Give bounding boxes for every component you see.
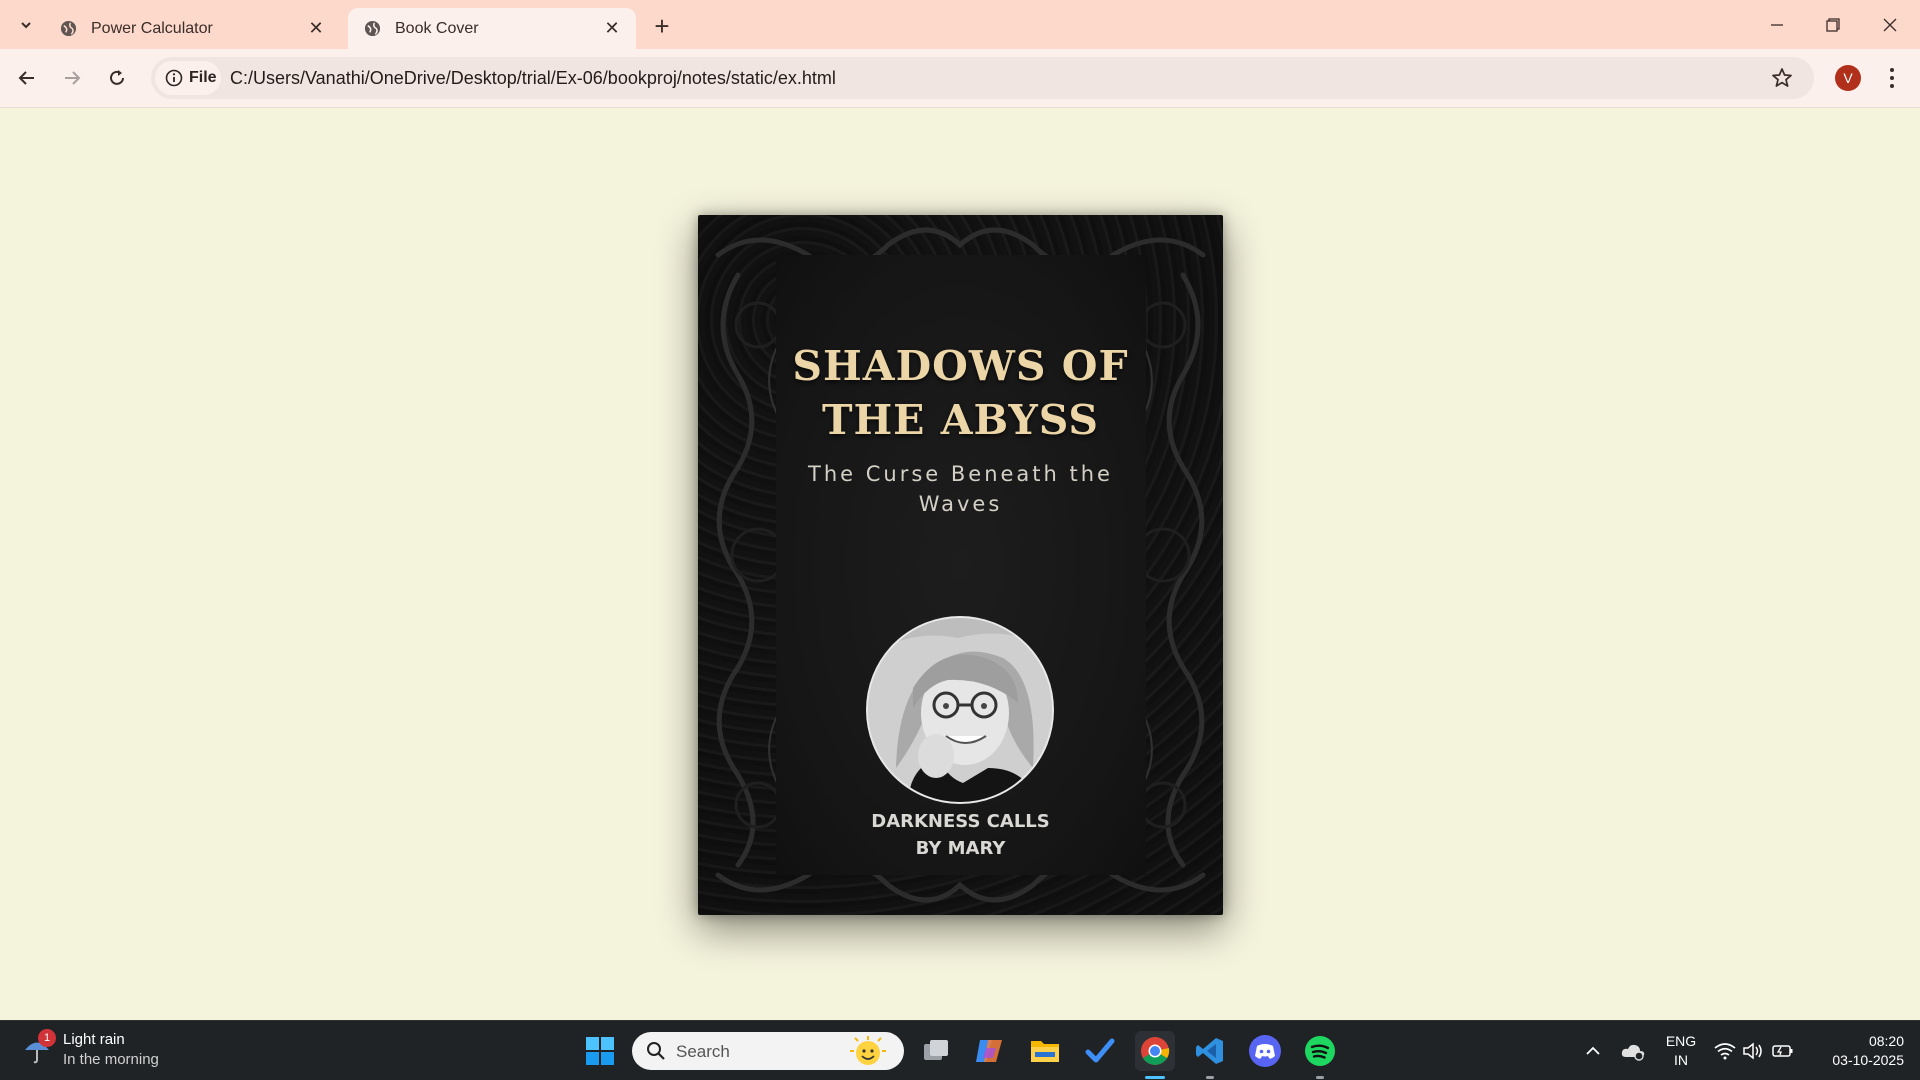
plus-icon: +: [654, 10, 670, 41]
cloud-icon: [1621, 1044, 1645, 1061]
info-icon: [165, 69, 183, 87]
tab-label: Book Cover: [395, 19, 479, 37]
author-line-1: DARKNESS CALLS: [871, 811, 1050, 832]
quick-settings-button[interactable]: [1709, 1031, 1799, 1071]
clock-date: 03-10-2025: [1832, 1052, 1904, 1068]
arrow-right-icon: [65, 71, 81, 85]
minimize-button[interactable]: [1749, 0, 1805, 49]
discord-icon: [1249, 1035, 1281, 1067]
back-button[interactable]: [11, 62, 43, 94]
tab-power-calculator[interactable]: Power Calculator ✕: [44, 8, 340, 49]
notification-badge: 1: [38, 1029, 56, 1047]
minimize-icon: [1771, 23, 1783, 26]
book-title: SHADOWS OF THE ABYSS: [698, 339, 1223, 447]
tab-search-button[interactable]: [10, 10, 42, 40]
clock-time: 08:20: [1868, 1033, 1904, 1049]
close-icon: [1883, 18, 1897, 31]
search-icon: [647, 1042, 665, 1060]
site-info-label: File: [189, 69, 217, 86]
copilot-button[interactable]: [970, 1031, 1010, 1071]
bookmark-star-icon[interactable]: [1770, 66, 1794, 90]
globe-icon: [60, 20, 77, 37]
taskbar: 1 Light rain In the morning Search ENG I…: [0, 1020, 1920, 1080]
show-hidden-icons-button[interactable]: [1573, 1031, 1613, 1071]
taskbar-search[interactable]: Search: [632, 1032, 904, 1070]
address-bar[interactable]: File C:/Users/Vanathi/OneDrive/Desktop/t…: [151, 57, 1814, 99]
vscode-icon: [1196, 1038, 1223, 1064]
region-code: IN: [1674, 1052, 1688, 1068]
book-subtitle: The Curse Beneath the Waves: [808, 462, 1113, 516]
site-info-chip[interactable]: File: [155, 61, 221, 95]
author-photo: [868, 618, 1052, 802]
wifi-icon: [1714, 1043, 1736, 1060]
author-portrait: [866, 616, 1054, 804]
close-tab-icon[interactable]: ✕: [602, 18, 622, 39]
restore-button[interactable]: [1805, 0, 1861, 49]
arrow-left-icon: [18, 71, 34, 85]
folder-icon: [1031, 1041, 1059, 1062]
clock[interactable]: 08:20 03-10-2025: [1808, 1032, 1912, 1070]
close-tab-icon[interactable]: ✕: [306, 18, 326, 39]
chevron-up-icon: [1586, 1046, 1600, 1055]
book-title-line-1: SHADOWS OF: [792, 342, 1129, 390]
book-cover: SHADOWS OF THE ABYSS The Curse Beneath t…: [698, 215, 1223, 915]
sun-face-icon: [850, 1036, 886, 1065]
volume-icon: [1743, 1042, 1762, 1060]
discord-button[interactable]: [1245, 1031, 1285, 1071]
search-label: Search: [676, 1042, 730, 1061]
close-window-button[interactable]: [1862, 0, 1918, 49]
windows-logo-icon: [586, 1037, 614, 1065]
spotify-icon: [1305, 1036, 1335, 1066]
chrome-icon: [1141, 1037, 1170, 1065]
url-text[interactable]: C:/Users/Vanathi/OneDrive/Desktop/trial/…: [230, 68, 836, 89]
restore-icon: [1826, 17, 1840, 32]
file-explorer-button[interactable]: [1025, 1031, 1065, 1071]
more-menu-icon[interactable]: [1880, 64, 1904, 92]
chrome-running-indicator: [1145, 1076, 1165, 1079]
start-button[interactable]: [580, 1031, 620, 1071]
reload-icon: [110, 70, 124, 85]
tab-book-cover[interactable]: Book Cover ✕: [348, 8, 636, 49]
reload-button[interactable]: [101, 62, 133, 94]
spotify-running-indicator: [1316, 1076, 1324, 1079]
new-tab-button[interactable]: +: [648, 10, 676, 41]
task-view-icon: [924, 1040, 948, 1060]
profile-avatar[interactable]: V: [1835, 65, 1861, 91]
author-line: DARKNESS CALLS BY MARY: [698, 808, 1223, 862]
spotify-button[interactable]: [1300, 1031, 1340, 1071]
page-viewport: SHADOWS OF THE ABYSS The Curse Beneath t…: [0, 109, 1920, 1020]
checkmark-icon: [1085, 1038, 1115, 1063]
forward-button[interactable]: [56, 62, 88, 94]
weather-detail: In the morning: [63, 1051, 159, 1068]
tab-strip: Power Calculator ✕ Book Cover ✕ +: [0, 0, 1920, 49]
tab-label: Power Calculator: [91, 19, 213, 37]
vscode-running-indicator: [1206, 1076, 1214, 1079]
book-title-line-2: THE ABYSS: [821, 396, 1100, 444]
onedrive-button[interactable]: [1613, 1031, 1653, 1071]
browser-toolbar: File C:/Users/Vanathi/OneDrive/Desktop/t…: [0, 49, 1920, 108]
chrome-button[interactable]: [1135, 1031, 1175, 1071]
vscode-button[interactable]: [1190, 1031, 1230, 1071]
copilot-icon: [976, 1040, 1002, 1062]
todo-button[interactable]: [1080, 1031, 1120, 1071]
task-view-button[interactable]: [916, 1031, 956, 1071]
author-line-2: BY MARY: [915, 838, 1006, 859]
chevron-down-icon: [21, 22, 31, 29]
language-indicator[interactable]: ENG IN: [1660, 1032, 1702, 1070]
globe-icon: [364, 20, 381, 37]
battery-icon: [1772, 1045, 1793, 1057]
weather-title: Light rain: [63, 1031, 125, 1048]
language-code: ENG: [1665, 1033, 1697, 1049]
